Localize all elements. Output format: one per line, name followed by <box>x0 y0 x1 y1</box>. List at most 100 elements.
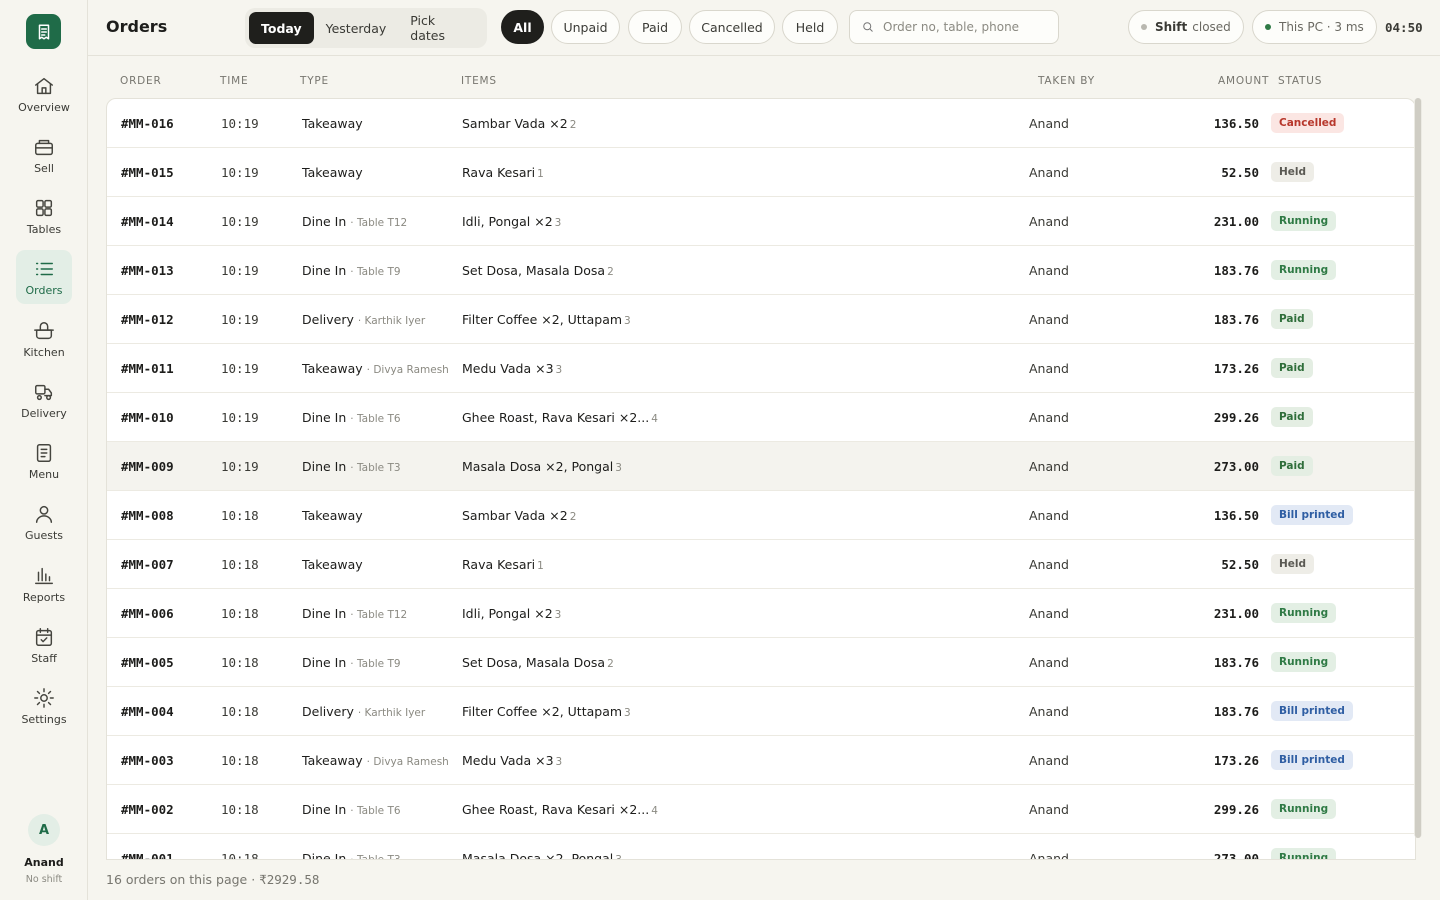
sidebar-item-label: Guests <box>24 528 64 542</box>
sidebar-item-delivery[interactable]: Delivery <box>16 373 72 427</box>
table-row[interactable]: #MM-015 10:19 Takeaway Rava Kesari 1 Anand 52… <box>107 148 1415 197</box>
order-amount: 183.76 <box>1213 655 1259 670</box>
date-tab-today[interactable]: Today <box>249 12 314 44</box>
table-row[interactable]: #MM-016 10:19 Takeaway Sambar Vada ×2 2 Anan… <box>107 99 1415 148</box>
sidebar-item-menu[interactable]: Menu <box>16 434 72 488</box>
order-type-label: Dine In <box>302 606 347 621</box>
order-time: 10:18 <box>221 753 259 768</box>
order-type-detail: · Table T6 <box>350 805 401 817</box>
column-header-order[interactable]: ORDER <box>120 75 162 87</box>
order-type: Takeaway <box>302 508 363 523</box>
shift-state: closed <box>1192 20 1231 34</box>
table-row[interactable]: #MM-013 10:19 Dine In · Table T9 Set Dosa, … <box>107 246 1415 295</box>
order-number: #MM-009 <box>121 459 174 474</box>
search-input[interactable] <box>883 20 1053 34</box>
column-header-taken-by[interactable]: TAKEN BY <box>1038 75 1095 87</box>
filter-chip-held[interactable]: Held <box>782 10 838 44</box>
table-row[interactable]: #MM-009 10:19 Dine In · Table T3 Masala Dos… <box>107 442 1415 491</box>
shift-status-dot <box>1141 24 1147 30</box>
receipt-logo-icon <box>38 24 49 39</box>
order-type-detail: · Table T9 <box>350 266 401 278</box>
order-items: Sambar Vada ×2 2 <box>462 508 576 523</box>
filter-chip-all[interactable]: All <box>501 10 544 44</box>
avatar[interactable]: A <box>28 814 60 846</box>
sidebar-item-kitchen[interactable]: Kitchen <box>16 312 72 366</box>
order-type: Dine In · Table T6 <box>302 802 401 817</box>
sidebar-item-orders[interactable]: Orders <box>16 250 72 304</box>
shift-status-pill[interactable]: Shift closed <box>1128 10 1244 44</box>
order-items-label: Rava Kesari <box>462 557 536 572</box>
column-header-type[interactable]: TYPE <box>300 75 329 87</box>
user-profile[interactable]: A Anand No shift <box>0 814 88 885</box>
order-amount: 173.26 <box>1213 753 1259 768</box>
search-box[interactable] <box>849 10 1059 44</box>
order-time: 10:19 <box>221 165 259 180</box>
list-icon <box>35 262 53 275</box>
order-number: #MM-005 <box>121 655 174 670</box>
table-row[interactable]: #MM-001 10:18 Dine In · Table T3 Masala Dos… <box>107 834 1415 859</box>
table-row[interactable]: #MM-014 10:19 Dine In · Table T12 Idli, Pon… <box>107 197 1415 246</box>
table-row[interactable]: #MM-005 10:18 Dine In · Table T9 Set Dosa, … <box>107 638 1415 687</box>
sidebar-item-sell[interactable]: Sell <box>16 128 72 182</box>
device-status-pill[interactable]: This PC · 3 ms <box>1252 10 1377 44</box>
column-header-status[interactable]: STATUS <box>1278 75 1322 87</box>
order-items: Sambar Vada ×2 2 <box>462 116 576 131</box>
order-items: Set Dosa, Masala Dosa 2 <box>462 655 614 670</box>
column-header-time[interactable]: TIME <box>220 75 248 87</box>
order-items-label: Set Dosa, Masala Dosa <box>462 655 606 670</box>
order-type: Dine In · Table T9 <box>302 263 401 278</box>
table-row[interactable]: #MM-003 10:18 Takeaway · Divya Ramesh Medu … <box>107 736 1415 785</box>
pot-icon <box>34 321 54 339</box>
table-row[interactable]: #MM-006 10:18 Dine In · Table T12 Idli, Pon… <box>107 589 1415 638</box>
order-item-count: 3 <box>554 217 562 229</box>
order-type-detail: · Karthik Iyer <box>357 707 426 719</box>
table-row[interactable]: #MM-010 10:19 Dine In · Table T6 Ghee Roast… <box>107 393 1415 442</box>
column-header-items[interactable]: ITEMS <box>461 75 497 87</box>
column-header-amount[interactable]: AMOUNT <box>1218 75 1269 87</box>
top-bar: Orders Today Yesterday Pick dates All Unpai… <box>88 0 1440 56</box>
taken-by: Anand <box>1029 165 1069 180</box>
order-type: Takeaway · Divya Ramesh <box>302 361 449 376</box>
table-row[interactable]: #MM-002 10:18 Dine In · Table T6 Ghee Roast… <box>107 785 1415 834</box>
order-items-label: Filter Coffee ×2, Uttapam <box>462 312 623 327</box>
order-amount: 273.00 <box>1213 459 1259 474</box>
order-number: #MM-011 <box>121 361 174 376</box>
date-tab-pick-dates[interactable]: Pick dates <box>398 12 483 44</box>
sidebar-item-label: Kitchen <box>23 345 65 359</box>
order-items-label: Filter Coffee ×2, Uttapam <box>462 704 623 719</box>
table-row[interactable]: #MM-007 10:18 Takeaway Rava Kesari 1 Anand 52… <box>107 540 1415 589</box>
table-row[interactable]: #MM-004 10:18 Delivery · Karthik Iyer Filte… <box>107 687 1415 736</box>
order-type-label: Takeaway <box>302 508 363 523</box>
filter-chip-unpaid[interactable]: Unpaid <box>551 10 620 44</box>
order-amount: 52.50 <box>1221 557 1259 572</box>
date-tab-yesterday[interactable]: Yesterday <box>314 12 399 44</box>
scrollbar[interactable] <box>1414 98 1422 838</box>
table-row[interactable]: #MM-012 10:19 Delivery · Karthik Iyer Filte… <box>107 295 1415 344</box>
order-type: Takeaway <box>302 165 363 180</box>
order-number: #MM-002 <box>121 802 174 817</box>
filter-chip-paid[interactable]: Paid <box>628 10 682 44</box>
scooter-icon <box>35 384 53 400</box>
taken-by: Anand <box>1029 802 1069 817</box>
order-items-label: Ghee Roast, Rava Kesari ×2... <box>462 802 650 817</box>
sidebar-item-label: Orders <box>25 283 63 297</box>
sidebar-item-reports[interactable]: Reports <box>16 557 72 611</box>
sidebar-item-overview[interactable]: Overview <box>16 67 72 121</box>
sidebar-item-settings[interactable]: Settings <box>16 679 72 733</box>
sidebar-item-staff[interactable]: Staff <box>16 618 72 672</box>
filter-chip-cancelled[interactable]: Cancelled <box>689 10 775 44</box>
orders-total: ₹2929.58 <box>259 872 320 887</box>
app-logo[interactable] <box>26 14 61 49</box>
page-title: Orders <box>106 17 168 36</box>
scrollbar-thumb[interactable] <box>1415 98 1421 838</box>
order-items-label: Masala Dosa ×2, Pongal <box>462 459 614 474</box>
order-type-label: Delivery <box>302 704 354 719</box>
table-row[interactable]: #MM-011 10:19 Takeaway · Divya Ramesh Medu … <box>107 344 1415 393</box>
order-number: #MM-016 <box>121 116 174 131</box>
table-row[interactable]: #MM-008 10:18 Takeaway Sambar Vada ×2 2 Anan… <box>107 491 1415 540</box>
order-type: Dine In · Table T12 <box>302 214 407 229</box>
sidebar-item-tables[interactable]: Tables <box>16 189 72 243</box>
order-type-label: Dine In <box>302 214 347 229</box>
order-items: Masala Dosa ×2, Pongal 3 <box>462 459 622 474</box>
sidebar-item-guests[interactable]: Guests <box>16 495 72 549</box>
